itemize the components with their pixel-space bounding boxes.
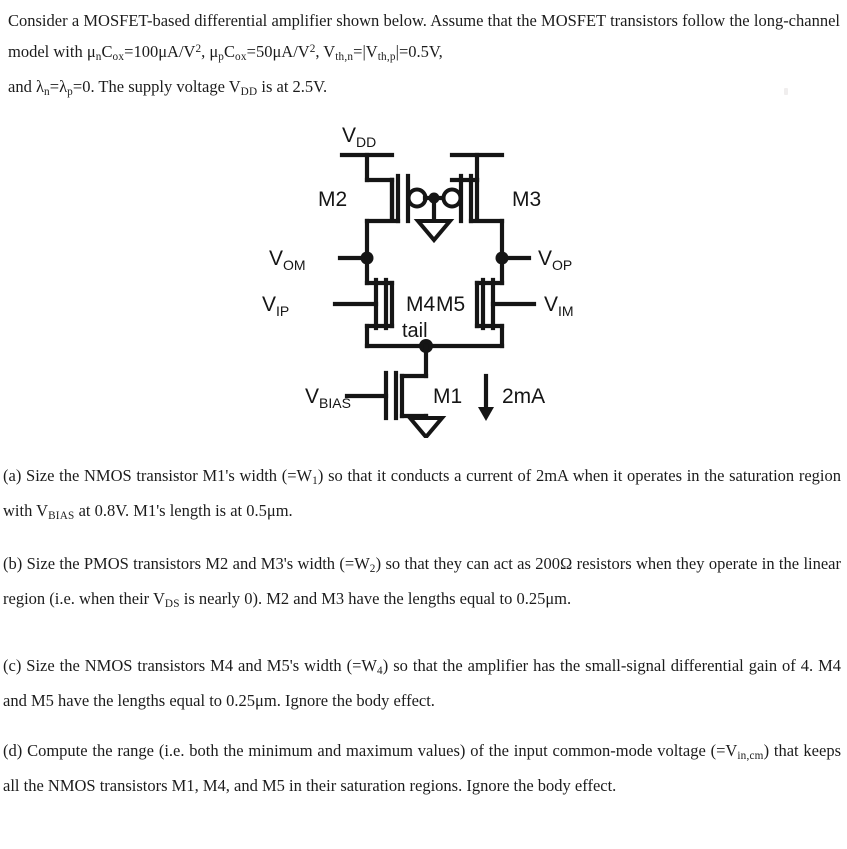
- vom-label: VOM: [269, 247, 306, 273]
- current-label: 2mA: [502, 385, 545, 408]
- intro-last-line: and λn=λp=0. The supply voltage VDD is a…: [8, 77, 328, 99]
- question-a-marker: (a): [3, 466, 22, 485]
- vip-label: VIP: [262, 293, 289, 319]
- problem-statement: Consider a MOSFET-based differential amp…: [8, 6, 840, 107]
- scan-artifact: [784, 88, 788, 95]
- m3-gate-bubble: [441, 187, 463, 209]
- vim-label: VIM: [544, 293, 574, 319]
- m1-source-ground-symbol: [405, 416, 447, 438]
- m3-label: M3: [512, 188, 541, 211]
- question-d-marker: (d): [3, 741, 23, 760]
- pmos-gate-ground-symbol: [413, 219, 455, 244]
- question-a-sub-2: BIAS: [48, 510, 75, 523]
- current-arrow-head: [478, 407, 494, 421]
- m5-label: M5: [436, 293, 465, 316]
- question-b-text-3: is nearly 0). M2 and M3 have the lengths…: [179, 589, 572, 609]
- tail-label: tail: [402, 320, 428, 342]
- circuit-diagram: VDD M2 M3 VOM VOP VIP VIM M4 M5 tail VBI…: [230, 118, 620, 438]
- exam-page: Consider a MOSFET-based differential amp…: [0, 0, 847, 849]
- vth-symbol: Vth,n=|Vth,p|=0.5V,: [323, 42, 443, 64]
- question-a-text-1: Size the NMOS transistor M1's width (=W: [26, 466, 313, 485]
- question-c-marker: (c): [3, 656, 22, 675]
- m2-label: M2: [318, 188, 347, 211]
- question-b-marker: (b): [3, 554, 23, 573]
- vbias-label: VBIAS: [305, 385, 351, 411]
- question-a-text-3: at 0.8V. M1's length is at 0.5μm.: [74, 501, 293, 521]
- pmos-gate-junction-dot: [428, 192, 440, 204]
- question-a: (a) Size the NMOS transistor M1's width …: [3, 461, 841, 531]
- question-d: (d) Compute the range (i.e. both the min…: [3, 736, 841, 800]
- m1-label: M1: [433, 385, 462, 408]
- question-b-text-1: Size the PMOS transistors M2 and M3's wi…: [26, 554, 370, 573]
- question-c: (c) Size the NMOS transistors M4 and M5'…: [3, 651, 841, 715]
- question-b-sub-2: DS: [164, 598, 180, 611]
- mu-p-cox-symbol: μpCox=50μA/V2: [209, 42, 316, 64]
- m4-label: M4: [406, 293, 435, 316]
- vop-label: VOP: [538, 247, 572, 273]
- question-d-text-1: Compute the range (i.e. both the minimum…: [27, 741, 738, 760]
- question-c-text-1: Size the NMOS transistors M4 and M5's wi…: [26, 656, 377, 675]
- question-b: (b) Size the PMOS transistors M2 and M3'…: [3, 549, 841, 619]
- mu-n-cox-symbol: μnCox=100μA/V2: [86, 42, 202, 64]
- vdd-label: VDD: [342, 124, 376, 150]
- question-d-sub-1: in,cm: [737, 750, 764, 763]
- differential-amplifier-schematic: VDD M2 M3 VOM VOP VIP VIM M4 M5 tail VBI…: [262, 124, 574, 438]
